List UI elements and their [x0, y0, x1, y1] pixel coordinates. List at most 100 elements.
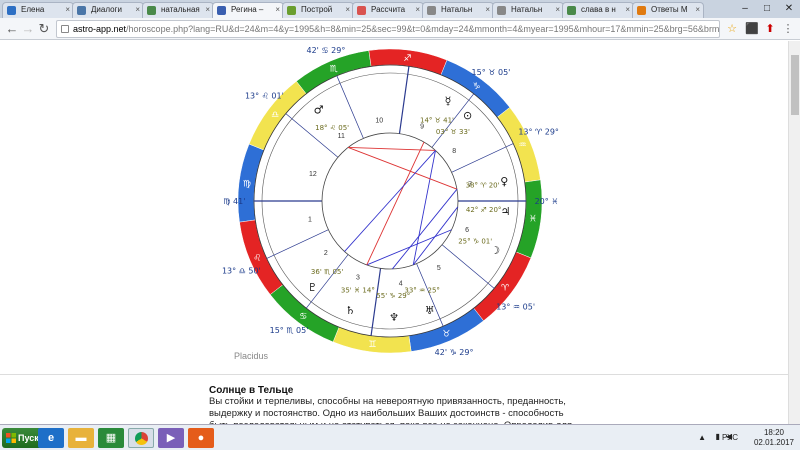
favicon-icon: [7, 6, 16, 15]
cusp-label: 20° ♍ 41': [220, 197, 245, 206]
planet-glyph: ♅: [425, 304, 435, 317]
zodiac-glyph: ♒: [519, 141, 527, 151]
tab-close-icon[interactable]: ×: [65, 3, 70, 17]
browser-tab[interactable]: Натальн ×: [492, 2, 564, 18]
house-number: 8: [452, 148, 456, 155]
clock[interactable]: 18:20 02.01.2017: [752, 428, 796, 448]
zodiac-glyph: ♊: [368, 340, 376, 350]
folder-icon[interactable]: ▬: [68, 428, 94, 448]
close-window-icon[interactable]: ✕: [778, 0, 800, 18]
cusp-label: 20° ♓ 41': [535, 197, 560, 206]
browser-tab[interactable]: натальная ×: [142, 2, 214, 18]
zodiac-glyph: ♉: [442, 330, 450, 340]
maximize-icon[interactable]: □: [756, 0, 778, 18]
natal-chart: 120° ♍ 41'213° ♎ 50'315° ♏ 05'423° ♐ 18'…: [220, 46, 560, 355]
tab-close-icon[interactable]: ×: [205, 3, 210, 17]
tab-close-icon[interactable]: ×: [275, 3, 280, 17]
browser-tab[interactable]: Натальн ×: [422, 2, 494, 18]
menu-icon[interactable]: ⋮: [780, 21, 796, 37]
ie-icon[interactable]: e: [38, 428, 64, 448]
cusp-label: 15° ♏ 05': [270, 326, 309, 335]
tab-close-icon[interactable]: ×: [345, 3, 350, 17]
tab-label: Рассчита: [371, 5, 406, 14]
divider: [0, 374, 788, 375]
tab-label: Натальн: [441, 5, 473, 14]
planet-degree: 14° ♉ 41': [420, 117, 454, 125]
tab-label: натальная: [161, 5, 200, 14]
zodiac-glyph: ♓: [529, 215, 537, 225]
tab-label: Ответы М: [651, 5, 688, 14]
planet-glyph: ♆: [389, 311, 399, 324]
planet-degree: 18° ♌ 05': [315, 124, 349, 132]
favicon-icon: [77, 6, 86, 15]
minimize-icon[interactable]: –: [734, 0, 756, 18]
house-number: 5: [437, 265, 441, 272]
planet-glyph: ⊙: [463, 109, 472, 122]
clock-date: 02.01.2017: [753, 438, 795, 447]
star-icon[interactable]: ☆: [724, 21, 740, 37]
zodiac-glyph: ♌: [253, 253, 261, 263]
pdf-icon[interactable]: ⬆: [762, 21, 778, 37]
browser-tab[interactable]: Построй ×: [282, 2, 354, 18]
tab-label: Регина –: [231, 5, 264, 14]
tab-close-icon[interactable]: ×: [625, 3, 630, 17]
cusp-label: 13° ♒ 05': [496, 302, 535, 311]
cusp-label: 15° ♉ 05': [472, 68, 511, 77]
browser-tab[interactable]: Регина – ×: [212, 2, 284, 18]
tab-label: Диалоги: [91, 5, 122, 14]
zodiac-glyph: ♎: [271, 110, 279, 120]
planet-glyph: ♃: [501, 205, 511, 218]
zodiac-glyph: ♋: [299, 312, 307, 322]
address-bar[interactable]: astro-app.net/horoscope.php?lang=RU&d=24…: [56, 20, 720, 38]
tab-close-icon[interactable]: ×: [135, 3, 140, 17]
scroll-thumb[interactable]: [791, 55, 799, 115]
cusp-label: 42' ♑ 29°: [435, 348, 474, 355]
house-number: 4: [399, 280, 403, 287]
favicon-icon: [637, 6, 646, 15]
zodiac-glyph: ♏: [330, 64, 338, 74]
zodiac-glyph: ♐: [404, 54, 412, 64]
clock-time: 18:20: [763, 428, 785, 437]
house-number: 3: [356, 274, 360, 281]
planet-degree: 36' ♏ 05': [311, 268, 343, 276]
page-content: 120° ♍ 41'213° ♎ 50'315° ♏ 05'423° ♐ 18'…: [0, 41, 800, 424]
media-icon[interactable]: ●: [188, 428, 214, 448]
page-icon: [61, 25, 69, 33]
browser-tab[interactable]: слава в н ×: [562, 2, 634, 18]
browser-tab[interactable]: Ответы М ×: [632, 2, 704, 18]
favicon-icon: [147, 6, 156, 15]
chrome-icon[interactable]: [128, 428, 154, 448]
browser-tab[interactable]: Рассчита ×: [352, 2, 424, 18]
house-number: 1: [308, 217, 312, 224]
tab-close-icon[interactable]: ×: [485, 3, 490, 17]
windows-flag-icon: [6, 433, 16, 443]
tab-close-icon[interactable]: ×: [695, 3, 700, 17]
tab-close-icon[interactable]: ×: [555, 3, 560, 17]
description-text: Вы стойки и терпеливы, способны на невер…: [209, 396, 572, 424]
extension-icon[interactable]: ⬛: [744, 21, 760, 37]
forward-arrow-icon[interactable]: →: [20, 20, 36, 38]
browser-toolbar: ← → ↻ astro-app.net/horoscope.php?lang=R…: [0, 18, 800, 40]
planet-degree: 55' ♑ 29°: [376, 292, 410, 300]
cusp-label: 42' ♋ 29°: [307, 46, 346, 55]
planet-degree: 25° ♑ 01': [458, 238, 492, 246]
favicon-icon: [357, 6, 366, 15]
network-icon[interactable]: ▮: [716, 432, 720, 441]
cusp-label: 13° ♈ 29°: [518, 128, 559, 137]
url-host: astro-app.net: [73, 24, 127, 34]
browser-tab[interactable]: Диалоги ×: [72, 2, 144, 18]
app-icon[interactable]: ▶: [158, 428, 184, 448]
reload-icon[interactable]: ↻: [36, 20, 52, 38]
store-icon[interactable]: ▦: [98, 428, 124, 448]
tab-close-icon[interactable]: ×: [415, 3, 420, 17]
house-number: 2: [324, 250, 328, 257]
planet-degree: 03° ♉ 33': [436, 128, 470, 136]
browser-tab[interactable]: Елена ×: [2, 2, 74, 18]
planet-glyph: ♄: [345, 304, 355, 317]
tray-arrow-icon[interactable]: ▲: [698, 433, 706, 442]
back-arrow-icon[interactable]: ←: [4, 20, 20, 38]
favicon-icon: [427, 6, 436, 15]
house-number: 11: [338, 133, 345, 140]
scrollbar[interactable]: [788, 41, 800, 424]
language-indicator[interactable]: РУС: [722, 433, 738, 442]
